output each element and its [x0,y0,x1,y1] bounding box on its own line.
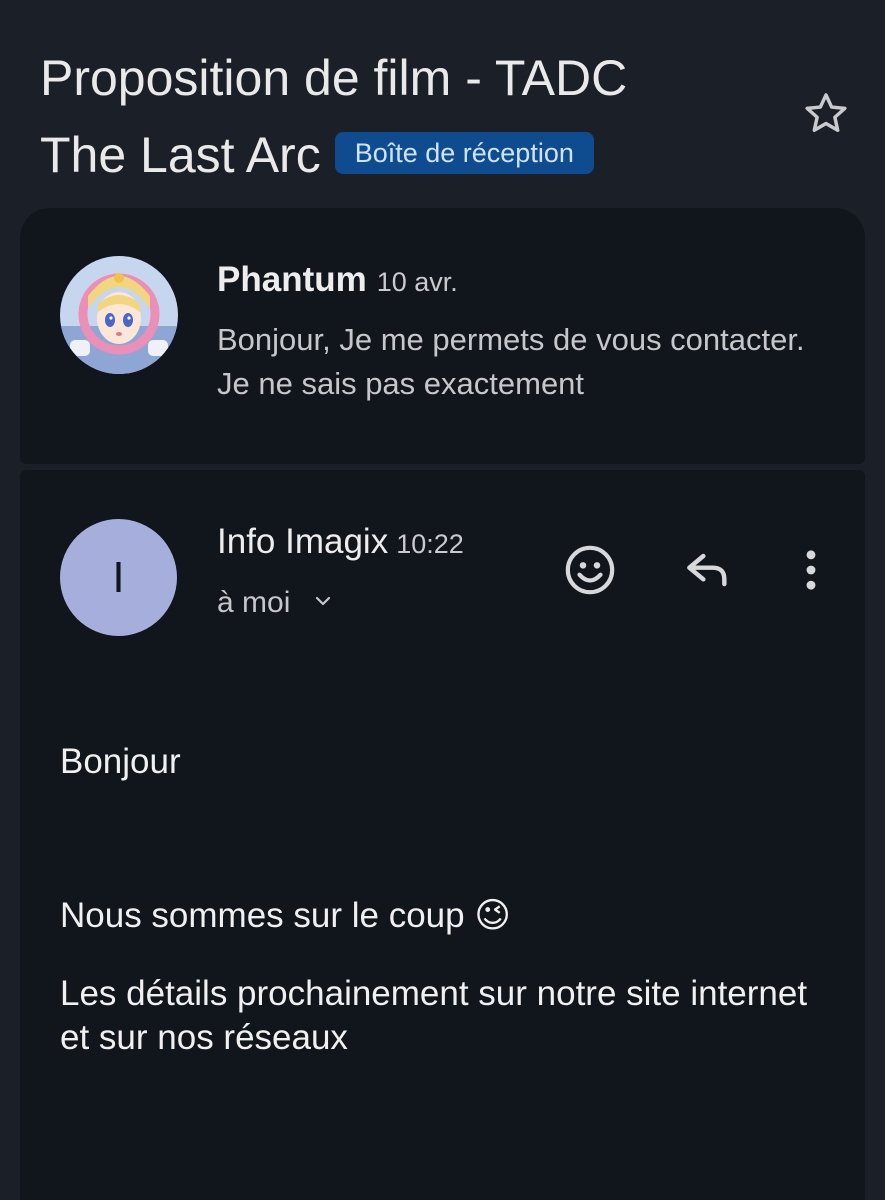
sender-name: Phantum [217,260,367,299]
body-greeting: Bonjour [60,742,181,781]
subject-line-1: Proposition de film - TADC [40,50,628,106]
expanded-message: I Info Imagix 10:22 à moi Bonjour Nous s… [20,470,865,1200]
sender-name[interactable]: Info Imagix [217,522,388,561]
sender-line: Phantum 10 avr. [217,260,458,300]
collapsed-message[interactable]: Phantum 10 avr. Bonjour, Je me permets de… [20,208,865,464]
sender-line: Info Imagix 10:22 [217,522,464,562]
more-options-button[interactable] [783,542,839,598]
inbox-label-chip[interactable]: Boîte de réception [334,131,594,174]
email-thread-view: Proposition de film - TADC The Last Arc B… [0,0,885,1200]
avatar[interactable] [60,256,178,374]
reply-button[interactable] [680,542,736,598]
avatar[interactable]: I [60,519,177,636]
recipient-label: à moi [217,586,291,619]
message-snippet: Bonjour, Je me permets de vous contacter… [217,322,805,401]
body-paragraph: Les détails prochainement sur notre site… [60,974,808,1057]
body-paragraph: Nous sommes sur le coup 😉 [60,896,511,935]
message-date: 10 avr. [376,267,458,297]
star-icon[interactable] [800,88,852,140]
more-vert-icon [806,550,816,590]
subject-line-2-wrap: The Last Arc Boîte de réception [40,117,760,194]
thread-subject: Proposition de film - TADC The Last Arc B… [40,40,760,194]
message-time: 10:22 [396,529,464,559]
subject-line-2: The Last Arc [40,127,321,183]
add-reaction-button[interactable] [562,542,618,598]
emoji-icon [565,545,615,595]
chevron-down-icon [315,596,330,606]
reply-icon [687,553,727,587]
recipient-details-toggle[interactable]: à moi [217,586,335,620]
